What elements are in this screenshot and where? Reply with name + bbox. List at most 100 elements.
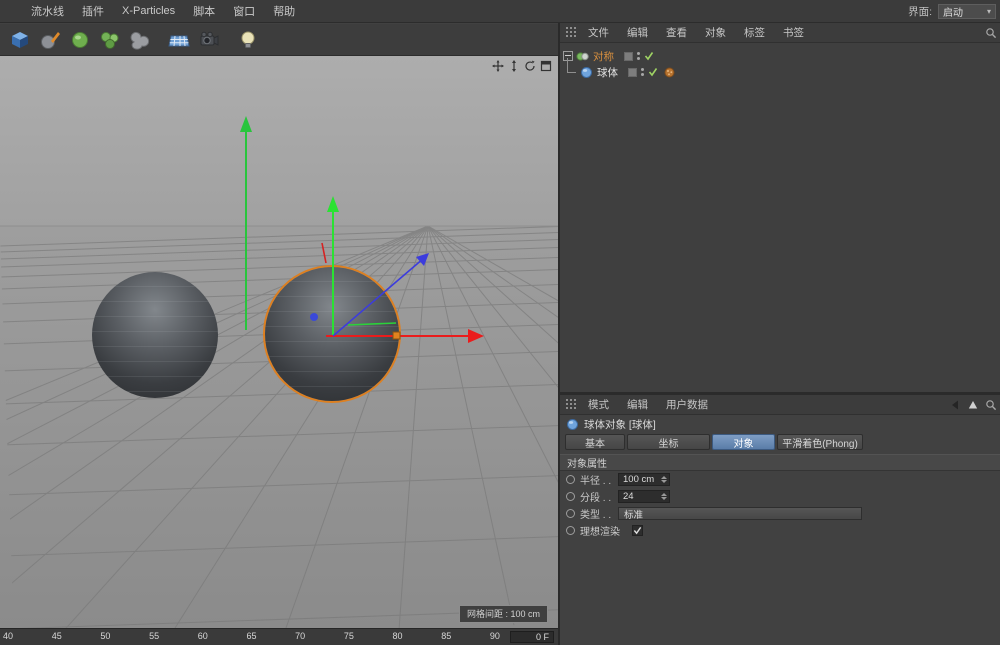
plane-icon: [168, 29, 190, 51]
tick: 60: [198, 631, 208, 641]
tick: 85: [441, 631, 451, 641]
render-perfect-checkbox[interactable]: [632, 525, 643, 536]
sculpt-tool-button[interactable]: [36, 26, 63, 53]
collapse-icon[interactable]: [563, 51, 573, 61]
enable-check-icon[interactable]: [644, 51, 654, 61]
cluster-generator-button[interactable]: [96, 26, 123, 53]
sphere-object-selected[interactable]: [265, 267, 399, 401]
radius-input[interactable]: 100 cm: [618, 473, 670, 486]
tick: 70: [295, 631, 305, 641]
metaball-icon: [129, 29, 151, 51]
current-frame-field[interactable]: 0 F: [510, 631, 554, 643]
search-icon[interactable]: [985, 399, 997, 411]
spinner-icon[interactable]: [661, 476, 667, 483]
visibility-dots[interactable]: [641, 68, 644, 76]
sphere-generator-button[interactable]: [66, 26, 93, 53]
segments-input[interactable]: 24: [618, 490, 670, 503]
tab-coordinates[interactable]: 坐标: [627, 434, 710, 450]
plane-primitive-button[interactable]: [165, 26, 192, 53]
toolbar-separator: [156, 26, 162, 53]
up-arrow-icon[interactable]: [967, 399, 979, 411]
cluster-icon: [99, 29, 121, 51]
menubar: 流水线 插件 X-Particles 脚本 窗口 帮助 界面: 启动 ▾: [0, 0, 1000, 23]
am-menu-mode[interactable]: 模式: [579, 397, 618, 412]
object-label[interactable]: 对称: [593, 49, 614, 64]
tick: 80: [393, 631, 403, 641]
object-toggles: [628, 67, 675, 78]
keyframe-circle-icon[interactable]: [566, 492, 575, 501]
object-manager: 文件 编辑 查看 对象 标签 书签 对称: [560, 23, 1000, 392]
visibility-dots[interactable]: [637, 52, 640, 60]
phong-tag-icon[interactable]: [664, 67, 675, 78]
pan-icon[interactable]: [492, 60, 504, 72]
timeline-ruler[interactable]: 40 45 50 55 60 65 70 75 80 85 90 0 F: [0, 628, 558, 645]
tick: 90: [490, 631, 500, 641]
spinner-icon[interactable]: [661, 493, 667, 500]
tick: 75: [344, 631, 354, 641]
layout-selector[interactable]: 启动 ▾: [938, 4, 996, 19]
panel-grip-icon[interactable]: [566, 399, 577, 410]
menu-help[interactable]: 帮助: [264, 3, 304, 19]
camera-button[interactable]: [195, 26, 222, 53]
tab-object[interactable]: 对象: [712, 434, 775, 450]
panel-grip-icon[interactable]: [566, 27, 577, 38]
om-menu-object[interactable]: 对象: [696, 25, 735, 40]
property-label: 理想渲染: [580, 523, 632, 538]
layer-chip[interactable]: [624, 52, 633, 61]
keyframe-circle-icon[interactable]: [566, 509, 575, 518]
timeline-ticks: 40 45 50 55 60 65 70 75 80 85 90: [3, 631, 500, 641]
section-object-properties[interactable]: 对象属性: [560, 454, 1000, 471]
menu-pipeline[interactable]: 流水线: [22, 3, 73, 19]
om-menu-tags[interactable]: 标签: [735, 25, 774, 40]
tab-basic[interactable]: 基本: [565, 434, 625, 450]
dolly-icon[interactable]: [508, 60, 520, 72]
object-label[interactable]: 球体: [597, 65, 618, 80]
cinema4d-app: 流水线 插件 X-Particles 脚本 窗口 帮助 界面: 启动 ▾: [0, 0, 1000, 645]
am-menu-userdata[interactable]: 用户数据: [657, 397, 717, 412]
om-menu-edit[interactable]: 编辑: [618, 25, 657, 40]
attribute-menubar: 模式 编辑 用户数据: [560, 395, 1000, 415]
history-back-icon[interactable]: [949, 399, 961, 411]
light-icon: [237, 29, 259, 51]
sphere-object-icon: [566, 418, 579, 431]
sculpt-pen-icon: [39, 29, 61, 51]
cube-primitive-button[interactable]: [6, 26, 33, 53]
check-icon: [633, 526, 642, 535]
object-manager-menubar: 文件 编辑 查看 对象 标签 书签: [560, 23, 1000, 43]
sphere-object-icon: [580, 66, 593, 79]
interface-label: 界面:: [908, 4, 932, 19]
layer-chip[interactable]: [628, 68, 637, 77]
search-icon[interactable]: [985, 27, 997, 39]
om-menu-view[interactable]: 查看: [657, 25, 696, 40]
om-menu-bookmarks[interactable]: 书签: [774, 25, 813, 40]
tick: 65: [246, 631, 256, 641]
menu-plugins[interactable]: 插件: [73, 3, 113, 19]
keyframe-circle-icon[interactable]: [566, 475, 575, 484]
toolbar: [0, 24, 558, 56]
tree-row-sphere[interactable]: 球体: [560, 64, 675, 80]
type-dropdown[interactable]: 标准: [618, 507, 862, 520]
grid-spacing-label: 网格间距 : 100 cm: [459, 605, 548, 623]
3d-viewport[interactable]: 网格间距 : 100 cm: [0, 56, 558, 628]
object-toggles: [624, 51, 654, 61]
menu-script[interactable]: 脚本: [184, 3, 224, 19]
attribute-manager: 模式 编辑 用户数据 球体对象 [球体] 基本 坐标: [560, 395, 1000, 645]
attribute-object-title: 球体对象 [球体]: [560, 415, 1000, 433]
menu-window[interactable]: 窗口: [224, 3, 264, 19]
light-button[interactable]: [234, 26, 261, 53]
tick: 55: [149, 631, 159, 641]
tree-row-symmetry[interactable]: 对称: [560, 48, 654, 64]
tick: 40: [3, 631, 13, 641]
menu-xparticles[interactable]: X-Particles: [113, 5, 184, 17]
om-menu-file[interactable]: 文件: [579, 25, 618, 40]
maximize-icon[interactable]: [540, 60, 552, 72]
am-menu-edit[interactable]: 编辑: [618, 397, 657, 412]
tab-phong[interactable]: 平滑着色(Phong): [777, 434, 863, 450]
enable-check-icon[interactable]: [648, 67, 658, 77]
property-label: 半径 . .: [580, 472, 618, 487]
toolbar-separator: [225, 26, 231, 53]
keyframe-circle-icon[interactable]: [566, 526, 575, 535]
sphere-object[interactable]: [92, 272, 218, 398]
rotate-icon[interactable]: [524, 60, 536, 72]
metaball-generator-button[interactable]: [126, 26, 153, 53]
